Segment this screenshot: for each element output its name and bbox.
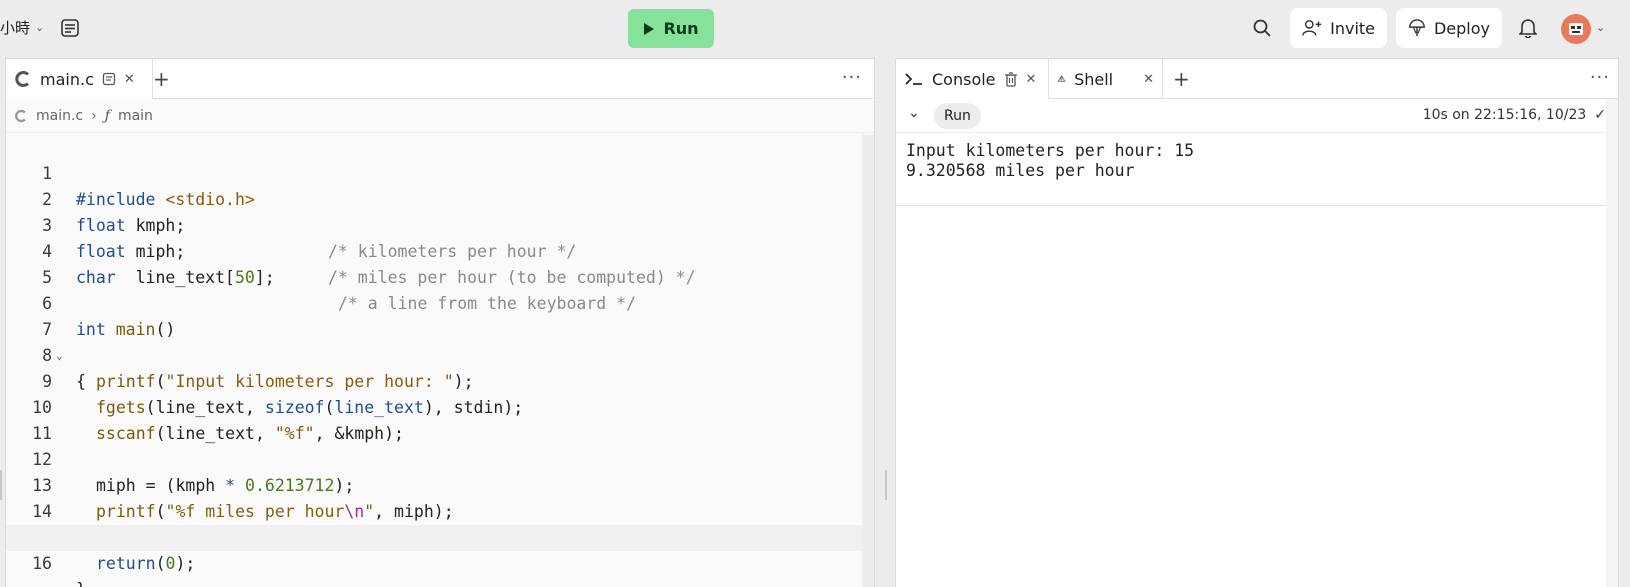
tab-separator <box>1162 59 1163 99</box>
file-history-icon[interactable] <box>102 72 116 86</box>
shell-icon <box>1057 75 1066 82</box>
run-status: 10s on 22:15:16, 10/23 ✓ <box>1423 107 1606 123</box>
breadcrumb: main.c › ƒ main <box>6 99 874 133</box>
run-meta-text: 10s on 22:15:16, 10/23 <box>1422 107 1587 123</box>
function-icon: ƒ <box>104 107 110 124</box>
code-line: 2 float kmph; /* kilometers per hour */ <box>6 161 862 261</box>
new-tab-plus-icon[interactable]: + <box>153 67 170 91</box>
console-scrollbar[interactable] <box>1606 99 1618 587</box>
close-icon[interactable]: ✕ <box>1026 72 1037 87</box>
bell-icon[interactable] <box>1516 16 1540 40</box>
code-line: 12 miph = (kmph * 0.6213712); <box>6 421 862 495</box>
code-token: ( <box>155 554 166 573</box>
code-line-current: 16 } <box>6 525 862 587</box>
close-icon[interactable]: ✕ <box>1143 72 1154 87</box>
pane-resize-handle[interactable] <box>885 470 887 500</box>
code-line: 8 printf("Input kilometers per hour: "); <box>6 317 862 391</box>
code-line: 11 <box>6 395 862 443</box>
deploy-label: Deploy <box>1433 18 1490 38</box>
add-user-icon <box>1302 19 1322 36</box>
code-line: 1 #include <stdio.h> <box>6 135 862 209</box>
run-button[interactable]: Run <box>628 9 714 48</box>
more-options-icon[interactable]: ··· <box>842 67 862 88</box>
run-header: ⌄ Run 10s on 22:15:16, 10/23 ✓ <box>896 99 1618 133</box>
search-icon[interactable] <box>1250 16 1274 40</box>
c-language-icon <box>15 71 30 87</box>
close-icon[interactable]: ✕ <box>124 72 135 87</box>
console-line: Input kilometers per hour: 15 <box>906 141 1195 160</box>
chevron-down-icon[interactable]: ⌄ <box>1596 21 1605 34</box>
checkmark-icon: ✓ <box>1594 107 1606 123</box>
tab-shell[interactable]: Shell ✕ <box>1049 59 1162 99</box>
terminal-prompt-icon <box>905 73 922 85</box>
breadcrumb-symbol[interactable]: main <box>118 108 153 124</box>
code-text: return(0); <box>96 551 195 577</box>
editor-scrollbar[interactable] <box>862 135 874 587</box>
editor-tab-bar: main.c ✕ + ··· <box>6 59 874 99</box>
repl-name: 小時 <box>0 19 31 37</box>
console-line: 9.320568 miles per hour <box>906 161 1135 180</box>
chevron-down-icon: ⌄ <box>35 21 45 34</box>
divider <box>896 205 1606 206</box>
breadcrumb-file[interactable]: main.c <box>36 108 83 124</box>
code-line: 6 int main() <box>6 265 862 339</box>
line-number: 16 <box>32 554 52 573</box>
chevron-right-icon: › <box>91 107 97 124</box>
code-line: 14 <box>6 473 862 521</box>
console-output[interactable]: Input kilometers per hour: 15 9.320568 mi… <box>906 141 1194 181</box>
more-options-icon[interactable]: ··· <box>1590 67 1610 88</box>
files-panel-icon[interactable] <box>58 16 82 40</box>
invite-button[interactable]: Invite <box>1290 8 1387 48</box>
left-resize-handle[interactable] <box>0 470 2 500</box>
code-token: } <box>76 577 86 587</box>
tab-label: Console <box>932 69 996 89</box>
collapse-chevron-icon[interactable]: ⌄ <box>908 105 920 121</box>
new-tab-plus-icon[interactable]: + <box>1173 67 1190 91</box>
run-chip-label: Run <box>944 108 971 124</box>
editor-pane: main.c ✕ + ··· main.c › ƒ main 1 #includ… <box>5 58 875 587</box>
code-line: 9 fgets(line_text, sizeof(line_text), st… <box>6 343 862 417</box>
tab-main-c[interactable]: main.c ✕ <box>6 59 152 99</box>
deploy-button[interactable]: Deploy <box>1396 8 1502 48</box>
invite-label: Invite <box>1330 18 1375 38</box>
code-line: 13 printf("%f miles per hour\n", miph); <box>6 447 862 521</box>
code-line: 15 return(0); <box>6 499 862 573</box>
code-token: return <box>96 554 156 573</box>
tab-console[interactable]: Console ✕ <box>896 59 1048 99</box>
repl-name-menu[interactable]: 小時 ⌄ <box>0 17 44 38</box>
run-button-label: Run <box>663 19 699 38</box>
code-line: 5 <box>6 239 862 287</box>
code-token: ); <box>175 554 196 573</box>
top-bar: 小時 ⌄ Run Invite Deploy ⌄ <box>0 0 1630 56</box>
deploy-icon <box>1409 19 1425 37</box>
code-line: 7 ⌄ { <box>6 291 862 391</box>
console-pane: Console ✕ Shell ✕ + ··· ⌄ Run 10s on 22:… <box>895 58 1619 587</box>
console-tab-bar: Console ✕ Shell ✕ + ··· <box>896 59 1618 99</box>
trash-icon[interactable] <box>1004 71 1018 87</box>
tab-label: Shell <box>1074 69 1114 89</box>
tab-label: main.c <box>40 69 94 89</box>
avatar[interactable] <box>1561 14 1591 44</box>
code-line: 4 char line_text[50]; /* a line from the… <box>6 213 862 313</box>
code-line: 3 float miph; /* miles per hour (to be c… <box>6 187 862 287</box>
c-language-icon <box>15 109 26 122</box>
play-icon <box>644 22 655 35</box>
code-editor[interactable]: 1 #include <stdio.h> 2 float kmph; /* ki… <box>6 135 862 587</box>
run-chip: Run <box>934 103 981 129</box>
code-token: 0 <box>165 554 176 573</box>
code-line: 10 sscanf(line_text, "%f", &kmph); <box>6 369 862 443</box>
